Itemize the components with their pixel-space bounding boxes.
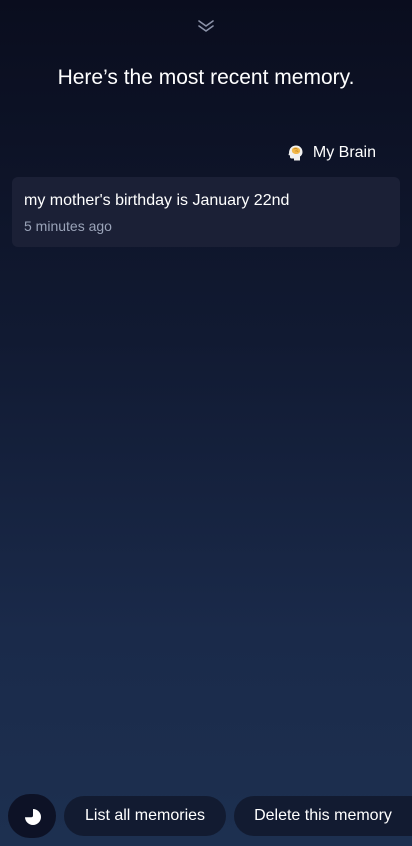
memory-card[interactable]: my mother's birthday is January 22nd 5 m… (12, 177, 400, 247)
double-chevron-down-icon[interactable] (196, 18, 216, 34)
list-all-memories-chip[interactable]: List all memories (64, 796, 226, 836)
suggestion-bar: List all memories Delete this memory (0, 794, 412, 838)
memory-source: My Brain (285, 140, 376, 166)
bixby-icon (25, 806, 41, 825)
brain-icon (288, 145, 303, 161)
memory-timestamp: 5 minutes ago (24, 218, 112, 234)
memory-text: my mother's birthday is January 22nd (24, 192, 290, 209)
delete-memory-chip[interactable]: Delete this memory (234, 796, 412, 836)
assistant-button[interactable] (8, 794, 56, 838)
page-title: Here’s the most recent memory. (57, 66, 355, 89)
source-label: My Brain (312, 144, 376, 161)
